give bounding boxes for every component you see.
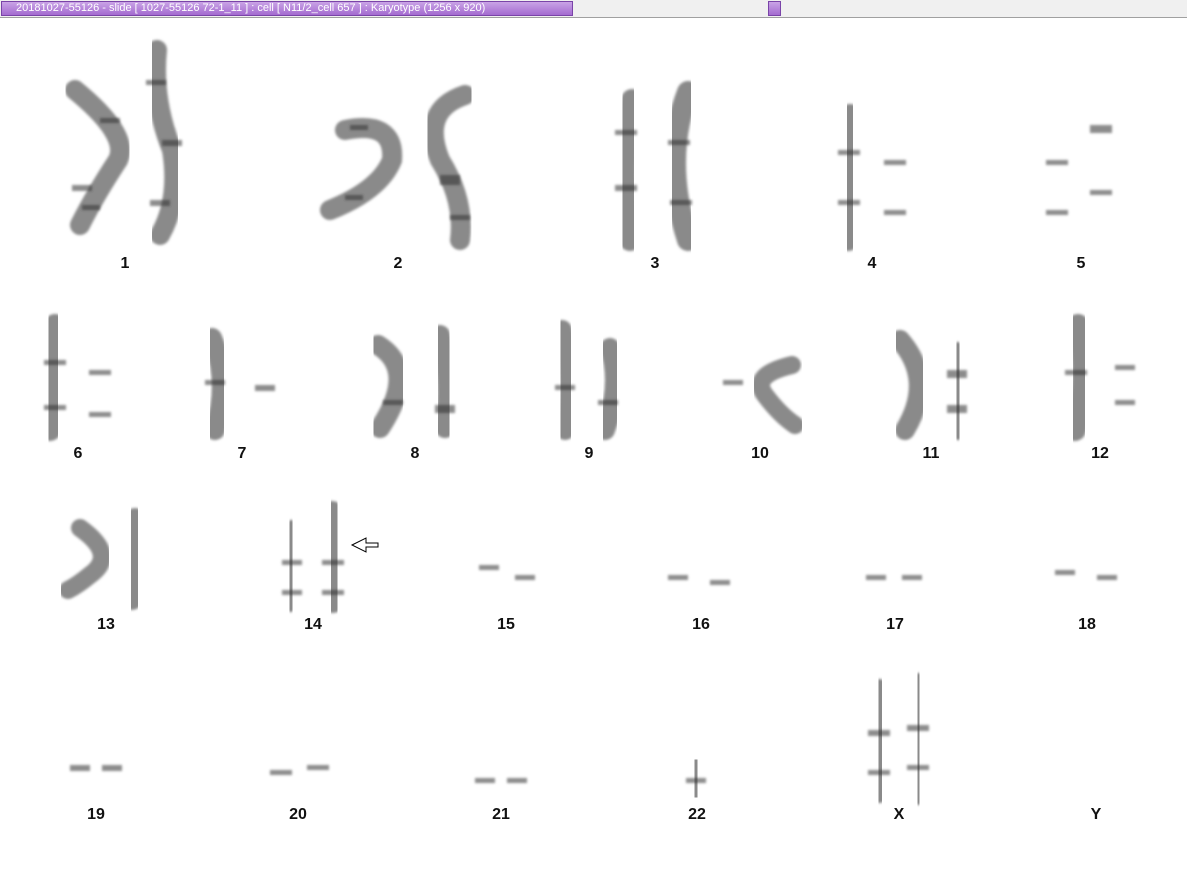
chromosome-label: 7: [238, 445, 247, 462]
chromosome-pair-19[interactable]: 19: [70, 742, 122, 823]
chromosome-pair-17[interactable]: 17: [866, 542, 922, 633]
chromosome-label: 4: [868, 255, 877, 272]
chromosome-label: 10: [751, 445, 769, 462]
chromosome: [837, 104, 864, 251]
chromosome: [890, 330, 929, 440]
chromosome-label: 8: [411, 445, 420, 462]
chromosome: [430, 325, 458, 438]
chromosome-pair-10[interactable]: 10: [723, 330, 804, 462]
chromosome-label: 13: [97, 616, 115, 633]
chromosome-label: 18: [1078, 616, 1096, 633]
chromosome-label: X: [894, 806, 905, 823]
chromosome-label: 9: [585, 445, 594, 462]
chromosome-label: 15: [497, 616, 515, 633]
title-bar: 20181027-55126 - slide [ 1027-55126 72-1…: [0, 0, 1187, 18]
chromosome: [752, 356, 804, 434]
chromosome-pair-3[interactable]: 3: [613, 81, 699, 272]
chromosome-pair-18[interactable]: 18: [1055, 546, 1117, 633]
chromosome: [321, 501, 348, 613]
chromosome: [122, 508, 147, 610]
chromosome-pair-x[interactable]: X: [868, 673, 930, 823]
chromosome-pair-9[interactable]: 9: [552, 320, 625, 462]
chromosome-slot-y[interactable]: Y: [1091, 806, 1102, 823]
chromosome: [552, 320, 580, 440]
chromosome-pair-4[interactable]: 4: [837, 104, 906, 272]
chromosome-label: 14: [304, 616, 322, 633]
chromosome-label: 2: [394, 255, 403, 272]
chromosome-pair-13[interactable]: 13: [59, 508, 147, 633]
chromosome-label: 12: [1091, 445, 1109, 462]
title-bar-marker[interactable]: [768, 1, 781, 16]
chromosome-pair-15[interactable]: 15: [479, 525, 535, 633]
chromosome: [947, 342, 969, 440]
chromosome-pair-7[interactable]: 7: [202, 322, 275, 462]
chromosome-pair-12[interactable]: 12: [1064, 314, 1135, 462]
chromosome-pair-14[interactable]: 14: [280, 501, 379, 633]
chromosome: [65, 80, 131, 235]
chromosome: [613, 89, 643, 251]
chromosome-label: 19: [87, 806, 105, 823]
chromosome-label: 16: [692, 616, 710, 633]
chromosome: [59, 519, 111, 599]
chromosome-label: Y: [1091, 806, 1102, 823]
chromosome: [1064, 314, 1095, 441]
chromosome-label: 20: [289, 806, 307, 823]
chromosome: [39, 314, 68, 441]
chromosome-pair-20[interactable]: 20: [270, 734, 329, 823]
chromosome-label: 11: [923, 445, 940, 462]
chromosome-pair-11[interactable]: 11: [890, 330, 969, 462]
chromosome-label: 17: [886, 616, 904, 633]
chromosome: [368, 335, 409, 438]
chromosome: [664, 81, 699, 251]
chromosome: [907, 673, 930, 805]
chromosome-pair-6[interactable]: 6: [39, 314, 111, 462]
chromosome-label: 6: [74, 445, 83, 462]
window-title-tab[interactable]: 20181027-55126 - slide [ 1027-55126 72-1…: [1, 1, 573, 16]
chromosome-label: 22: [688, 806, 706, 823]
chromosome-label: 3: [651, 255, 660, 272]
chromosome-pair-8[interactable]: 8: [368, 325, 458, 462]
chromosome-pair-22[interactable]: 22: [685, 755, 707, 823]
karyogram-canvas: 1 2 3 4 5 6 7 8 9 10 11 12 13 14 15 16 1…: [39, 40, 1135, 823]
chromosome-label: 1: [121, 255, 130, 272]
arrow-indicator-icon: [350, 537, 379, 553]
chromosome-label: 21: [492, 806, 510, 823]
chromosome: [868, 679, 893, 803]
chromosome: [595, 338, 625, 440]
chromosome-label: 5: [1077, 255, 1086, 272]
chromosome-pair-16[interactable]: 16: [668, 542, 730, 633]
chromosome-pair-21[interactable]: 21: [475, 758, 527, 823]
